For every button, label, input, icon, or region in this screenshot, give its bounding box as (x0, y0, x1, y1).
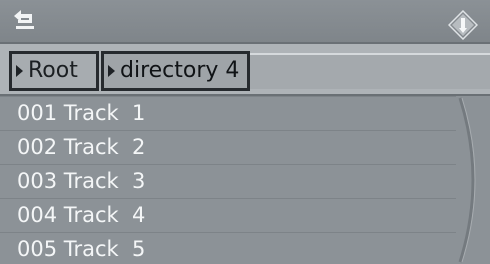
breadcrumb-root-label: Root (28, 58, 78, 83)
triangle-right-icon (108, 65, 115, 77)
top-bar (0, 0, 490, 42)
track-row-2[interactable]: 002 Track 2 (0, 130, 456, 164)
track-row-1[interactable]: 001 Track 1 (0, 96, 456, 130)
track-list: 001 Track 1 002 Track 2 003 Track 3 004 … (0, 96, 490, 264)
track-row-4[interactable]: 004 Track 4 (0, 198, 456, 232)
media-browser-screen: Root directory 4 001 Track 1 002 Track 2… (0, 0, 490, 264)
scroll-indicator[interactable] (456, 96, 490, 264)
breadcrumb: Root directory 4 (0, 42, 490, 96)
breadcrumb-current[interactable]: directory 4 (101, 51, 250, 91)
track-row-5[interactable]: 005 Track 5 (0, 232, 456, 264)
breadcrumb-root[interactable]: Root (9, 51, 99, 91)
back-arrow-icon (14, 10, 34, 29)
track-row-3[interactable]: 003 Track 3 (0, 164, 456, 198)
breadcrumb-current-label: directory 4 (120, 58, 240, 83)
breadcrumb-filler (250, 53, 490, 89)
triangle-right-icon (16, 65, 23, 77)
nav-controller-icon (447, 9, 479, 41)
back-button[interactable] (12, 8, 40, 32)
